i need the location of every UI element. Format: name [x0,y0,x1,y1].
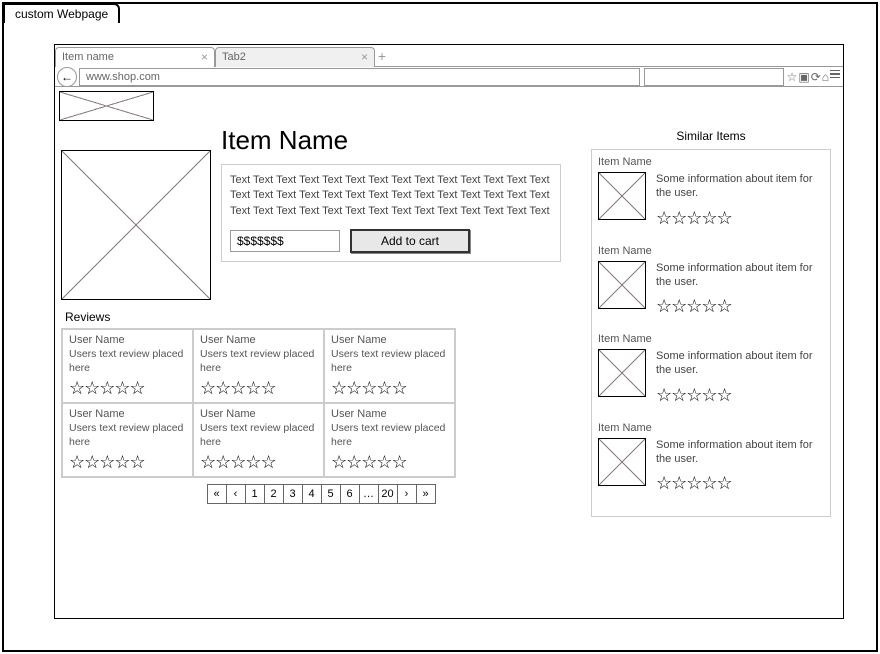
reviews-heading: Reviews [65,310,581,324]
page-number-button[interactable]: 2 [264,484,284,504]
similar-item[interactable]: Item Name Some information about item for… [598,156,824,227]
review-user: User Name [200,408,317,420]
url-input[interactable]: www.shop.com [79,68,640,86]
review-text: Users text review placed here [200,348,317,375]
add-to-cart-button[interactable]: Add to cart [350,229,470,253]
browser-frame: Item name × Tab2 × + ← www.shop.com ☆ ▣ … [54,44,844,619]
review-user: User Name [69,408,186,420]
similar-item-name: Item Name [598,422,824,434]
browser-tab-1[interactable]: Item name × [55,47,215,67]
similar-item-description: Some information about item for the user… [656,349,824,378]
tab-label: Tab2 [222,51,246,63]
similar-item-stars: ☆☆☆☆☆ [656,474,824,492]
review-user: User Name [69,334,186,346]
review-cell: User Name Users text review placed here ☆☆… [324,329,455,403]
page-prev-button[interactable]: ‹ [226,484,246,504]
review-text: Users text review placed here [331,422,448,449]
page-number-button[interactable]: 5 [321,484,341,504]
product-title: Item Name [221,125,581,156]
product-info: Item Name Text Text Text Text Text Text … [221,125,581,262]
similar-item-name: Item Name [598,333,824,345]
window-frame: custom Webpage Item name × Tab2 × + ← ww… [2,2,878,652]
close-icon[interactable]: × [361,50,368,64]
page-number-button[interactable]: … [359,484,379,504]
similar-item-image-placeholder [598,349,646,397]
tab-label: Item name [62,51,114,63]
product-details-box: Text Text Text Text Text Text Text Text … [221,164,561,262]
similar-item-image-placeholder [598,172,646,220]
refresh-icon[interactable]: ⟳ [811,70,821,84]
review-text: Users text review placed here [331,348,448,375]
similar-item-name: Item Name [598,245,824,257]
review-stars: ☆☆☆☆☆ [69,379,186,397]
page-number-button[interactable]: 20 [378,484,398,504]
review-user: User Name [331,334,448,346]
price-row: Add to cart [230,229,552,253]
review-stars: ☆☆☆☆☆ [69,453,186,471]
similar-item[interactable]: Item Name Some information about item for… [598,333,824,404]
similar-items-box: Item Name Some information about item for… [591,149,831,517]
page-content: Item Name Text Text Text Text Text Text … [55,125,843,523]
reviews-grid: User Name Users text review placed here ☆☆… [61,328,456,478]
main-column: Item Name Text Text Text Text Text Text … [61,125,581,517]
favorite-icon[interactable]: ☆ [787,70,798,84]
close-icon[interactable]: × [201,50,208,64]
page-number-button[interactable]: 3 [283,484,303,504]
product-section: Item Name Text Text Text Text Text Text … [61,125,581,300]
sidebar-column: Similar Items Item Name Some information … [591,125,831,517]
search-input[interactable] [644,68,784,86]
review-user: User Name [200,334,317,346]
address-bar-row: ← www.shop.com ☆ ▣ ⟳ ⌂ [55,67,843,87]
review-cell: User Name Users text review placed here ☆☆… [193,329,324,403]
price-input[interactable] [230,230,340,252]
page-last-button[interactable]: » [416,484,436,504]
bookmark-icon[interactable]: ▣ [798,70,809,84]
add-tab-button[interactable]: + [375,48,389,64]
similar-item-stars: ☆☆☆☆☆ [656,209,824,227]
similar-item-description: Some information about item for the user… [656,438,824,467]
review-cell: User Name Users text review placed here ☆☆… [62,329,193,403]
similar-item[interactable]: Item Name Some information about item for… [598,245,824,316]
page-first-button[interactable]: « [207,484,227,504]
review-stars: ☆☆☆☆☆ [200,453,317,471]
similar-item-image-placeholder [598,438,646,486]
review-text: Users text review placed here [69,348,186,375]
product-image-placeholder [61,150,211,300]
review-cell: User Name Users text review placed here ☆☆… [193,403,324,477]
review-stars: ☆☆☆☆☆ [200,379,317,397]
similar-item-stars: ☆☆☆☆☆ [656,386,824,404]
review-cell: User Name Users text review placed here ☆☆… [62,403,193,477]
browser-tabs: Item name × Tab2 × + [55,45,843,67]
similar-item-image-placeholder [598,261,646,309]
review-user: User Name [331,408,448,420]
page-next-button[interactable]: › [397,484,417,504]
page-number-button[interactable]: 6 [340,484,360,504]
browser-tab-2[interactable]: Tab2 × [215,47,375,67]
back-button[interactable]: ← [57,67,77,87]
page-number-button[interactable]: 4 [302,484,322,504]
similar-items-heading: Similar Items [591,129,831,143]
product-description: Text Text Text Text Text Text Text Text … [230,173,552,219]
pagination: « ‹ 123456…20›» [61,484,581,504]
review-text: Users text review placed here [200,422,317,449]
menu-icon[interactable] [830,70,840,84]
home-icon[interactable]: ⌂ [822,70,829,84]
similar-item-name: Item Name [598,156,824,168]
site-logo-placeholder [59,91,154,121]
review-stars: ☆☆☆☆☆ [331,379,448,397]
toolbar-icons: ☆ ▣ ⟳ ⌂ [784,70,843,84]
review-text: Users text review placed here [69,422,186,449]
review-cell: User Name Users text review placed here ☆☆… [324,403,455,477]
similar-item-description: Some information about item for the user… [656,261,824,290]
similar-item-description: Some information about item for the user… [656,172,824,201]
similar-item-stars: ☆☆☆☆☆ [656,297,824,315]
window-tab-label: custom Webpage [3,3,120,23]
review-stars: ☆☆☆☆☆ [331,453,448,471]
similar-item[interactable]: Item Name Some information about item for… [598,422,824,493]
page-number-button[interactable]: 1 [245,484,265,504]
